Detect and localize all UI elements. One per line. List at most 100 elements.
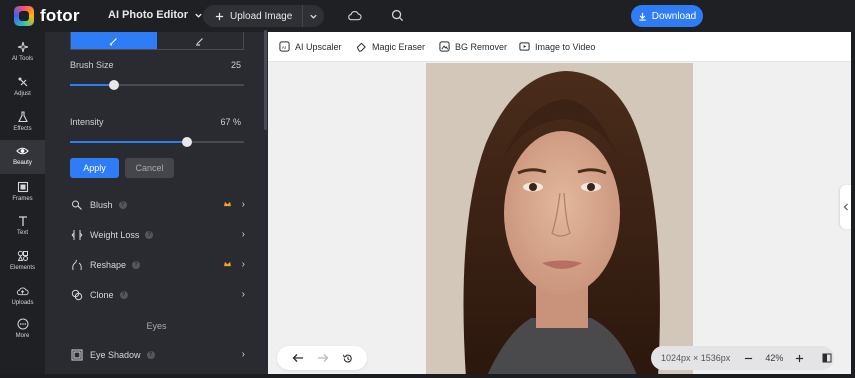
upload-image-label: Upload Image: [230, 10, 293, 22]
brush-size-handle[interactable]: [109, 80, 119, 90]
undo-icon[interactable]: [292, 353, 304, 363]
fotor-app: fotor AI Photo Editor Upload Image Downl…: [0, 0, 855, 378]
brush-size-slider[interactable]: [70, 80, 244, 90]
tool-label: AI Upscaler: [295, 41, 342, 52]
eraser-icon: [356, 42, 366, 52]
rail-label: Elements: [9, 265, 35, 271]
brush-icon: [109, 37, 117, 46]
video-icon: [519, 42, 530, 51]
help-icon[interactable]: ?: [146, 351, 155, 359]
upload-image-button[interactable]: Upload Image: [203, 5, 302, 27]
intensity-slider[interactable]: [70, 137, 244, 147]
portrait-photo[interactable]: [426, 63, 693, 378]
more-icon: [17, 318, 28, 330]
rail-item-ai-tools[interactable]: AI Tools: [0, 38, 45, 68]
history-controls: [277, 346, 367, 370]
premium-crown-icon: [224, 261, 231, 267]
tool-weight-loss[interactable]: Weight Loss ? ›: [70, 226, 245, 244]
clone-icon: [70, 288, 84, 302]
rail-item-beauty[interactable]: Beauty: [0, 140, 45, 174]
cloud-icon[interactable]: [347, 9, 362, 22]
premium-crown-icon: [224, 201, 231, 207]
rail-item-elements[interactable]: Elements: [0, 248, 45, 278]
fotor-logo[interactable]: fotor: [14, 6, 80, 26]
brush-size-label: Brush Size: [70, 60, 114, 70]
chevron-left-icon: [843, 203, 848, 211]
brush-size-fill: [70, 84, 114, 86]
weight-loss-icon: [70, 228, 84, 242]
brush-size-value: 25: [230, 60, 241, 70]
image-to-video-button[interactable]: Image to Video: [519, 41, 595, 52]
window-bottom-edge: [0, 374, 855, 378]
zoom-level: 42%: [765, 353, 784, 363]
bg-remover-button[interactable]: BG Remover: [439, 41, 507, 52]
help-icon[interactable]: ?: [132, 261, 141, 269]
panel-scrollbar[interactable]: [264, 30, 267, 130]
intensity-handle[interactable]: [182, 137, 192, 147]
rail-item-more[interactable]: More: [0, 316, 45, 346]
frame-icon: [17, 181, 28, 193]
intensity-value: 67 %: [220, 117, 241, 127]
tool-eye-shadow[interactable]: Eye Shadow ? ›: [70, 346, 245, 364]
editor-switcher[interactable]: AI Photo Editor: [108, 9, 203, 21]
tool-label: Weight Loss: [90, 230, 140, 240]
tool-reshape[interactable]: Reshape ? ›: [70, 256, 245, 274]
cancel-button[interactable]: Cancel: [125, 158, 174, 178]
rail-label: Uploads: [11, 300, 34, 306]
tool-blush[interactable]: Blush ? ›: [70, 196, 245, 214]
redo-icon[interactable]: [317, 353, 329, 363]
chevron-down-icon: [310, 14, 317, 19]
sparkle-icon: [17, 41, 28, 53]
rail-label: Text: [16, 230, 28, 236]
section-title-eyes: Eyes: [146, 321, 167, 331]
chevron-right-icon: ›: [241, 349, 245, 360]
rail-item-adjust[interactable]: Adjust: [0, 73, 45, 103]
editor-title: AI Photo Editor: [108, 9, 189, 21]
cloud-upload-icon: [16, 287, 29, 296]
blush-icon: [70, 198, 84, 212]
canvas-area: AI AI Upscaler Magic Eraser BG Remover I…: [268, 32, 855, 378]
beauty-panel: Brush Size 25 Intensity 67 % Apply Cance…: [45, 32, 268, 378]
upload-options-button[interactable]: [302, 5, 324, 27]
plus-icon: [215, 12, 224, 20]
rail-item-text[interactable]: Text: [0, 213, 45, 243]
download-button[interactable]: Download: [631, 5, 703, 27]
text-icon: [18, 216, 27, 226]
brush-mode-toggle: [70, 32, 244, 50]
chevron-right-icon: ›: [241, 229, 245, 240]
tool-label: Eye Shadow: [90, 350, 141, 360]
rail-item-uploads[interactable]: Uploads: [0, 283, 45, 313]
chevron-right-icon: ›: [241, 259, 245, 270]
rail-label: Effects: [13, 126, 32, 132]
reshape-icon: [70, 258, 84, 272]
tool-label: Blush: [90, 200, 113, 210]
rail-item-frames[interactable]: Frames: [0, 179, 45, 209]
help-icon[interactable]: ?: [145, 231, 154, 239]
upscale-icon: AI: [279, 41, 290, 52]
help-icon[interactable]: ?: [118, 201, 127, 209]
compare-icon[interactable]: [822, 353, 832, 363]
chevron-down-icon: [195, 13, 202, 18]
tool-label: Image to Video: [535, 41, 596, 52]
bg-remover-icon: [439, 41, 450, 52]
download-icon: [639, 12, 646, 21]
history-icon[interactable]: [342, 353, 353, 364]
rail-label: Beauty: [13, 160, 32, 166]
magic-eraser-button[interactable]: Magic Eraser: [356, 41, 425, 52]
ai-upscaler-button[interactable]: AI AI Upscaler: [279, 41, 342, 52]
help-icon[interactable]: ?: [119, 291, 128, 299]
eraser-icon: [196, 37, 203, 46]
search-icon[interactable]: [391, 9, 404, 22]
brush-mode-button[interactable]: [71, 32, 157, 49]
eraser-mode-button[interactable]: [157, 32, 243, 49]
zoom-out-icon[interactable]: [744, 354, 753, 363]
apply-button[interactable]: Apply: [70, 158, 119, 178]
tool-label: Reshape: [90, 260, 127, 270]
rail-item-effects[interactable]: Effects: [0, 108, 45, 138]
flask-icon: [17, 111, 28, 123]
tool-clone[interactable]: Clone ? ›: [70, 286, 245, 304]
zoom-in-icon[interactable]: [795, 354, 804, 363]
eye-shadow-icon: [70, 348, 84, 362]
adjust-icon: [18, 77, 27, 87]
image-dimensions: 1024px × 1536px: [661, 353, 731, 363]
